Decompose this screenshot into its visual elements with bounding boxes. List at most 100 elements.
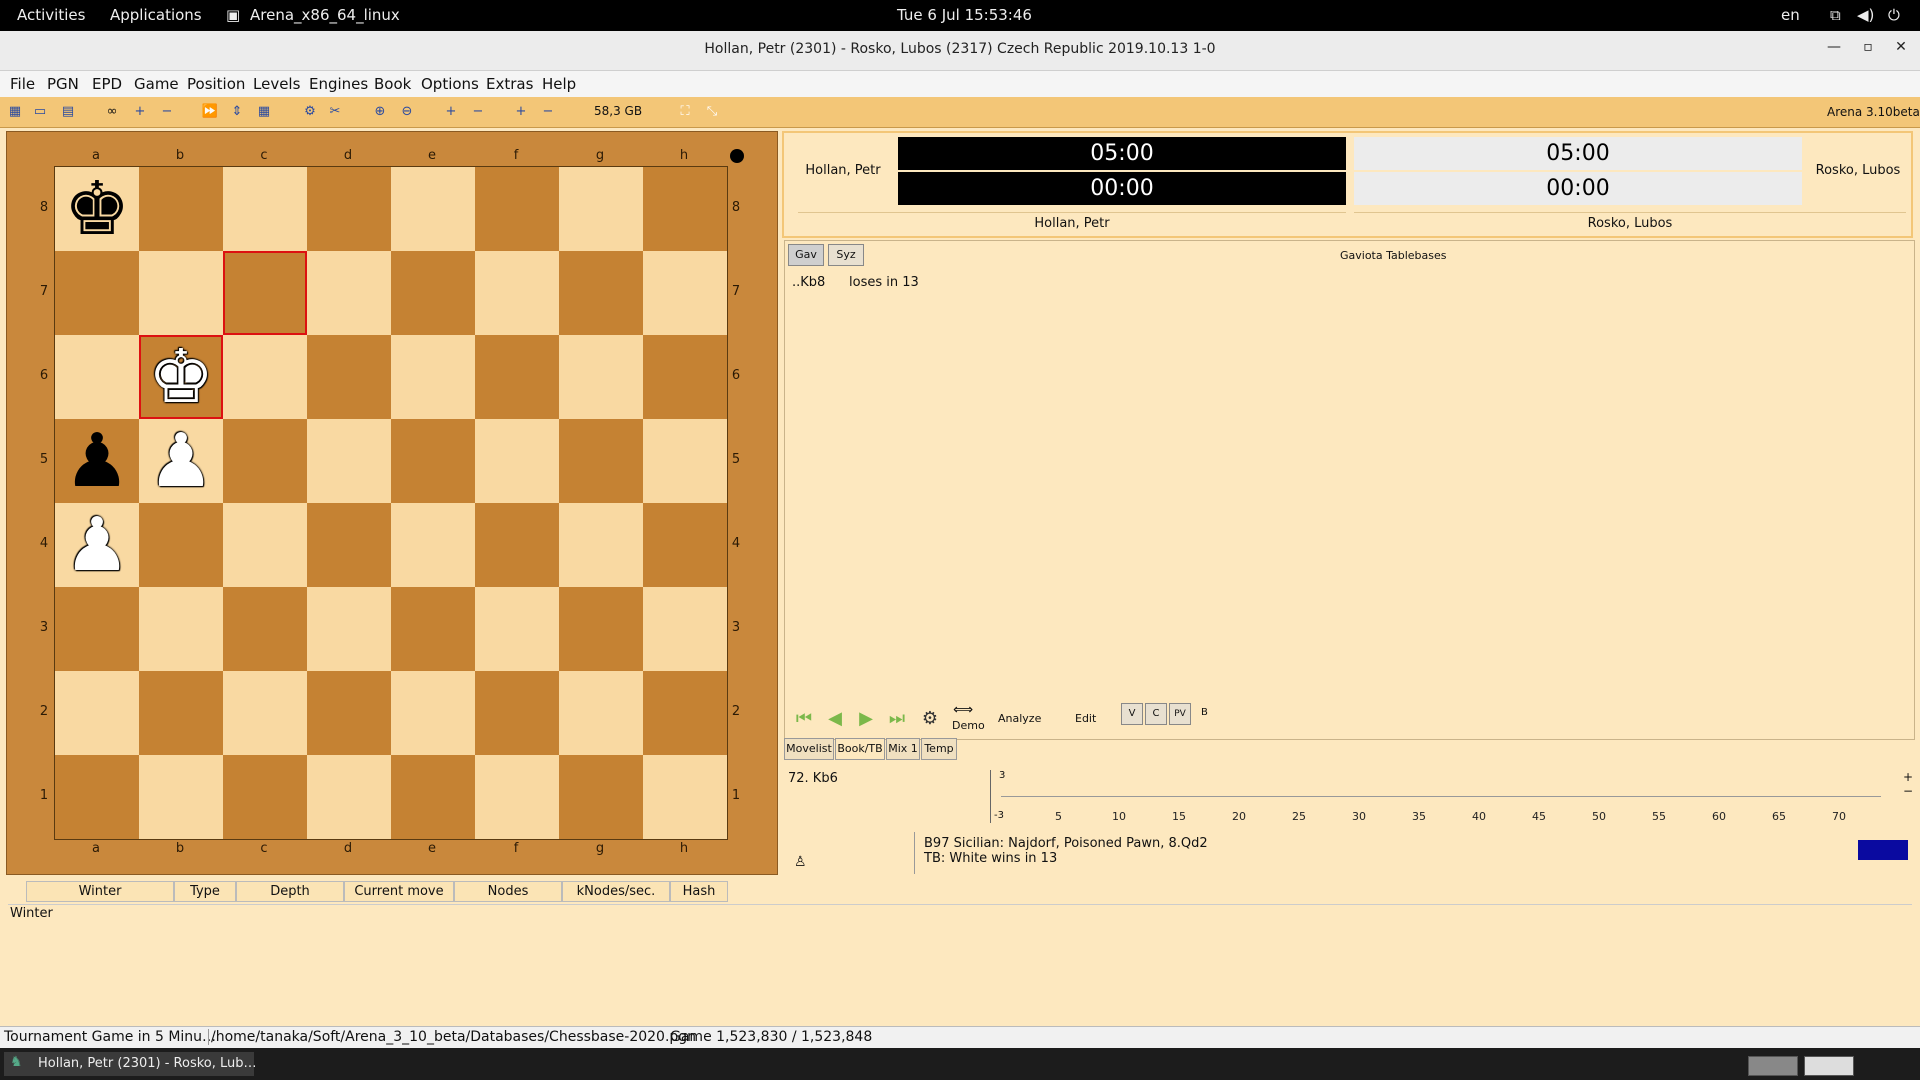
- square-b6[interactable]: ♚: [139, 335, 223, 419]
- infinite-icon[interactable]: ∞: [103, 103, 121, 121]
- white-pawn[interactable]: ♟: [139, 419, 223, 503]
- white-king[interactable]: ♚: [139, 335, 223, 419]
- tab-movelist[interactable]: Movelist: [784, 738, 834, 760]
- zoom-out-icon[interactable]: ⊖: [398, 103, 416, 121]
- engine-col-knodes[interactable]: kNodes/sec.: [562, 881, 670, 902]
- square-c1[interactable]: [223, 755, 307, 839]
- square-e2[interactable]: [391, 671, 475, 755]
- square-a1[interactable]: [55, 755, 139, 839]
- level-minus-icon[interactable]: −: [158, 103, 176, 121]
- menu-game[interactable]: Game: [134, 75, 179, 93]
- square-f6[interactable]: [475, 335, 559, 419]
- square-h6[interactable]: [643, 335, 727, 419]
- engine-col-name[interactable]: Winter: [26, 881, 174, 902]
- square-d1[interactable]: [307, 755, 391, 839]
- square-h3[interactable]: [643, 587, 727, 671]
- menu-engines[interactable]: Engines: [309, 75, 368, 93]
- evaluation-graph[interactable]: 3 -3 5 10 15 20 25 30 35 40 45 50 55 60 …: [990, 770, 1913, 823]
- black-pawn[interactable]: ♟: [55, 419, 139, 503]
- board-grid-icon[interactable]: ▦: [255, 103, 273, 121]
- square-e6[interactable]: [391, 335, 475, 419]
- menu-file[interactable]: File: [10, 75, 35, 93]
- taskbar-item[interactable]: ♞ Hollan, Petr (2301) - Rosko, Lub…: [4, 1052, 257, 1076]
- square-a4[interactable]: ♟: [55, 503, 139, 587]
- next-move-icon[interactable]: ▶: [854, 707, 878, 731]
- square-b5[interactable]: ♟: [139, 419, 223, 503]
- splitter[interactable]: [914, 832, 915, 874]
- syzygy-button[interactable]: Syz: [828, 244, 864, 266]
- flip-icon[interactable]: ⇕: [228, 103, 246, 121]
- epd-plus-icon[interactable]: +: [512, 103, 530, 121]
- menu-position[interactable]: Position: [187, 75, 245, 93]
- square-a2[interactable]: [55, 671, 139, 755]
- square-d7[interactable]: [307, 251, 391, 335]
- square-c4[interactable]: [223, 503, 307, 587]
- new-game-icon[interactable]: ▦: [6, 103, 24, 121]
- square-d4[interactable]: [307, 503, 391, 587]
- menu-levels[interactable]: Levels: [253, 75, 300, 93]
- square-c8[interactable]: [223, 167, 307, 251]
- white-pawn[interactable]: ♟: [55, 503, 139, 587]
- power-icon[interactable]: ⏻: [1888, 6, 1900, 24]
- square-g5[interactable]: [559, 419, 643, 503]
- square-h8[interactable]: [643, 167, 727, 251]
- workspace-1[interactable]: [1748, 1056, 1798, 1076]
- square-b7[interactable]: [139, 251, 223, 335]
- volume-icon[interactable]: ◀): [1857, 6, 1874, 24]
- square-f2[interactable]: [475, 671, 559, 755]
- square-c3[interactable]: [223, 587, 307, 671]
- square-d5[interactable]: [307, 419, 391, 503]
- c-toggle[interactable]: C: [1145, 703, 1167, 725]
- square-e4[interactable]: [391, 503, 475, 587]
- save-icon[interactable]: ▤: [59, 103, 77, 121]
- square-b3[interactable]: [139, 587, 223, 671]
- active-app-name[interactable]: Arena_x86_64_linux: [250, 6, 400, 24]
- epd-minus-icon[interactable]: −: [539, 103, 557, 121]
- engine-col-hash[interactable]: Hash: [670, 881, 728, 902]
- square-f7[interactable]: [475, 251, 559, 335]
- square-f1[interactable]: [475, 755, 559, 839]
- black-king[interactable]: ♚: [55, 167, 139, 251]
- engine-col-current-move[interactable]: Current move: [344, 881, 454, 902]
- pgn-minus-icon[interactable]: −: [469, 103, 487, 121]
- system-clock[interactable]: Tue 6 Jul 15:53:46: [897, 6, 1032, 24]
- square-b8[interactable]: [139, 167, 223, 251]
- menu-extras[interactable]: Extras: [486, 75, 533, 93]
- minimize-button[interactable]: —: [1823, 39, 1845, 61]
- pv-toggle[interactable]: PV: [1169, 703, 1191, 725]
- edit-button[interactable]: Edit: [1075, 712, 1096, 725]
- square-e1[interactable]: [391, 755, 475, 839]
- tb-move[interactable]: ..Kb8: [792, 275, 825, 290]
- engine-col-type[interactable]: Type: [174, 881, 236, 902]
- square-c2[interactable]: [223, 671, 307, 755]
- close-button[interactable]: ✕: [1890, 39, 1912, 61]
- square-a6[interactable]: [55, 335, 139, 419]
- square-c7[interactable]: [223, 251, 307, 335]
- tab-temp[interactable]: Temp: [921, 738, 957, 760]
- engine-col-nodes[interactable]: Nodes: [454, 881, 562, 902]
- square-h4[interactable]: [643, 503, 727, 587]
- chess-board[interactable]: ♚ ♚ ♟ ♟ ♟: [54, 166, 728, 840]
- square-a7[interactable]: [55, 251, 139, 335]
- last-move-icon[interactable]: ⏭: [885, 707, 909, 731]
- b-toggle[interactable]: B: [1201, 707, 1208, 718]
- square-e3[interactable]: [391, 587, 475, 671]
- tools-icon[interactable]: ✂: [326, 103, 344, 121]
- square-e8[interactable]: [391, 167, 475, 251]
- fullscreen-icon[interactable]: ⛶: [676, 103, 694, 121]
- analyze-button[interactable]: Analyze: [998, 712, 1041, 725]
- applications-menu[interactable]: Applications: [110, 6, 202, 24]
- graph-minus-icon[interactable]: −: [1903, 784, 1913, 798]
- square-g4[interactable]: [559, 503, 643, 587]
- engine-col-depth[interactable]: Depth: [236, 881, 344, 902]
- square-h7[interactable]: [643, 251, 727, 335]
- square-g6[interactable]: [559, 335, 643, 419]
- square-g2[interactable]: [559, 671, 643, 755]
- menu-help[interactable]: Help: [542, 75, 576, 93]
- square-h5[interactable]: [643, 419, 727, 503]
- square-g1[interactable]: [559, 755, 643, 839]
- square-d6[interactable]: [307, 335, 391, 419]
- square-d2[interactable]: [307, 671, 391, 755]
- zoom-in-icon[interactable]: ⊕: [371, 103, 389, 121]
- demo-button[interactable]: Demo: [952, 719, 985, 732]
